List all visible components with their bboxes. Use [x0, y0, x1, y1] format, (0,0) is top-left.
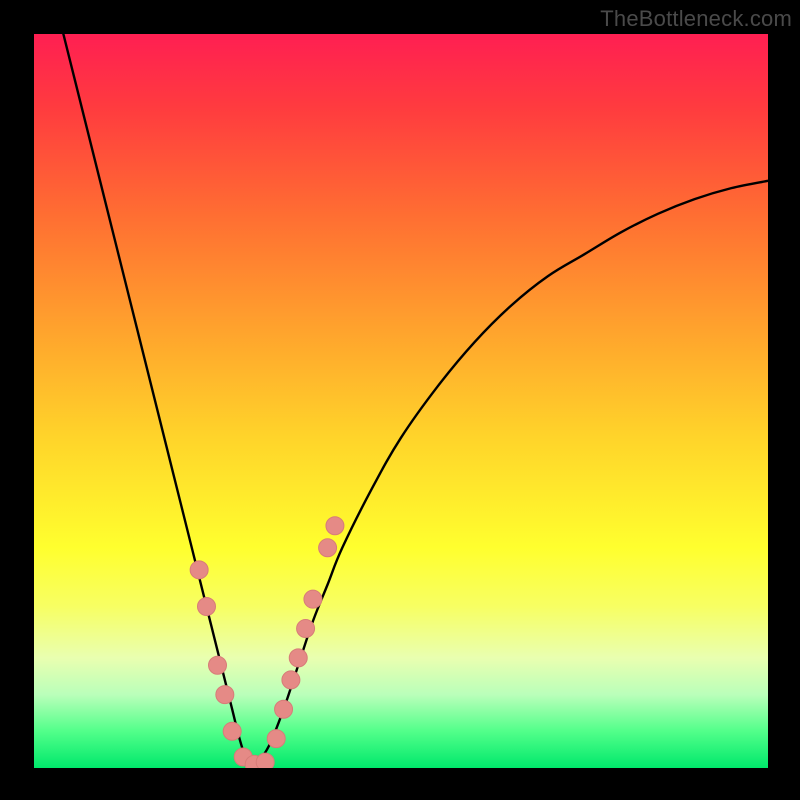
plot-area [34, 34, 768, 768]
data-marker [209, 656, 227, 674]
data-marker [282, 671, 300, 689]
data-marker [223, 722, 241, 740]
watermark-text: TheBottleneck.com [600, 6, 792, 32]
curve-right-branch [254, 181, 768, 768]
data-marker [256, 753, 274, 768]
data-marker [304, 590, 322, 608]
data-marker [216, 686, 234, 704]
data-marker [190, 561, 208, 579]
data-marker [275, 700, 293, 718]
data-marker [289, 649, 307, 667]
data-marker [197, 598, 215, 616]
chart-frame: TheBottleneck.com [0, 0, 800, 800]
data-marker [326, 517, 344, 535]
data-marker [319, 539, 337, 557]
curve-left-branch [63, 34, 254, 768]
data-marker [267, 730, 285, 748]
curve-layer [34, 34, 768, 768]
data-marker [297, 620, 315, 638]
